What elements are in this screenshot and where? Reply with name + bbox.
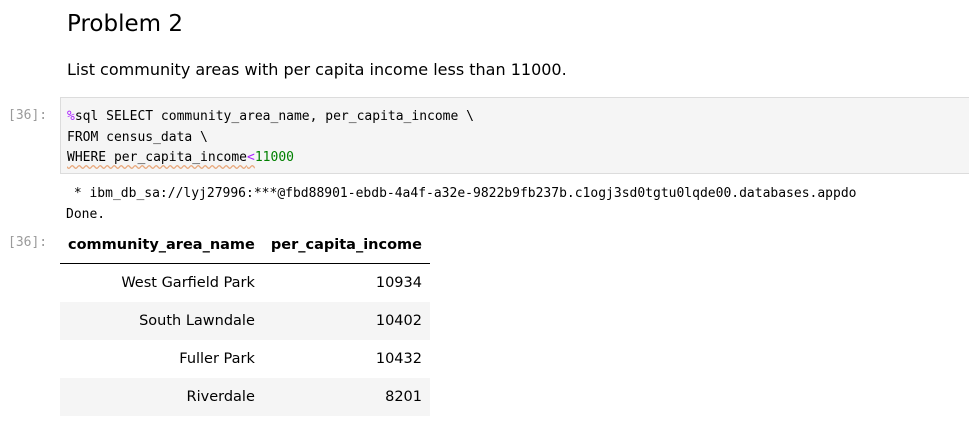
column-header: community_area_name [60,226,263,264]
table-row: West Garfield Park 10934 [60,264,430,303]
table-cell: West Garfield Park [121,275,255,291]
table-row: South Lawndale 10402 [60,302,430,340]
table-row: Fuller Park 10432 [60,340,430,378]
notebook-page: Problem 2 List community areas with per … [0,0,969,432]
table-row: Riverdale 8201 [60,378,430,416]
table-cell: 8201 [262,378,430,416]
status-text: Done. [66,206,106,222]
code-operator: < [247,150,255,165]
code-number: 11000 [254,150,294,165]
problem-description: List community areas with per capita inc… [67,60,567,79]
table-cell: Fuller Park [179,351,255,367]
table-cell: 10934 [375,275,422,291]
code-text[interactable]: %sql SELECT community_area_name, per_cap… [67,107,474,169]
stdout-output: * ibm_db_sa://lyj27996:***@fbd88901-ebdb… [66,184,969,225]
table-cell: 10432 [375,351,422,367]
code-editor[interactable]: %sql SELECT community_area_name, per_cap… [60,97,969,174]
table-cell: South Lawndale [60,302,263,340]
connection-string: * ibm_db_sa://lyj27996:***@fbd88901-ebdb… [66,186,857,201]
problem-heading: Problem 2 [67,11,183,37]
table-cell: Riverdale [60,378,263,416]
input-prompt: [36]: [8,108,48,123]
column-header: per_capita_income [262,226,430,264]
code-line-1: sql SELECT community_area_name, per_capi… [74,109,474,124]
code-line-2: FROM census_data \ [67,129,208,145]
output-prompt: [36]: [8,235,48,250]
table-header-row: community_area_name per_capita_income [60,226,430,264]
code-line-3-text: WHERE per_capita_income [67,150,248,165]
result-table: community_area_name per_capita_income We… [60,226,430,416]
magic-percent: % [67,109,75,124]
table-cell: 10402 [262,302,430,340]
